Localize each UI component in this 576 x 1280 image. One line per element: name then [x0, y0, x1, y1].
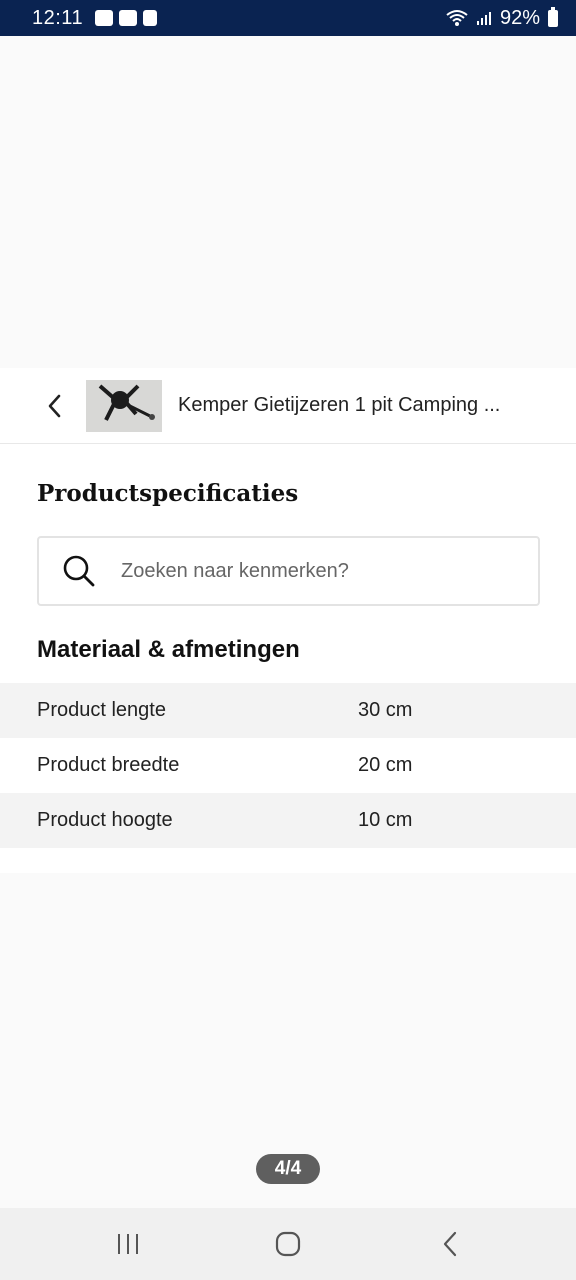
- product-title: Kemper Gietijzeren 1 pit Camping ...: [178, 394, 501, 416]
- spec-label: Product breedte: [37, 754, 180, 776]
- clock: 12:11: [32, 6, 84, 29]
- home-icon: [275, 1231, 301, 1257]
- status-bar: 12:11 92%: [0, 0, 576, 36]
- spec-search[interactable]: [37, 536, 540, 606]
- battery-percent: 92%: [499, 6, 540, 29]
- spec-sheet: Kemper Gietijzeren 1 pit Camping ... Pro…: [0, 368, 576, 873]
- back-icon: [443, 1231, 457, 1257]
- spec-label: Product hoogte: [37, 809, 173, 831]
- chevron-left-icon: [48, 394, 61, 417]
- dimmed-area: [0, 36, 576, 368]
- flipboard-icon: [143, 10, 158, 26]
- page-indicator: 4/4: [256, 1154, 320, 1184]
- system-indicators: 92%: [446, 6, 558, 30]
- spec-value: 10 cm: [358, 809, 413, 831]
- table-row: Product breedte 20 cm: [0, 738, 576, 793]
- signal-icon: [476, 12, 491, 25]
- spec-table: Product lengte 30 cm Product breedte 20 …: [0, 683, 576, 848]
- mail-icon: [119, 10, 138, 26]
- page-title: Productspecificaties: [37, 480, 299, 507]
- product-thumbnail: [86, 379, 162, 432]
- wifi-icon: [446, 10, 468, 26]
- home-button[interactable]: [268, 1230, 308, 1258]
- table-row: Product lengte 30 cm: [0, 683, 576, 738]
- search-icon: [59, 551, 99, 591]
- product-header: Kemper Gietijzeren 1 pit Camping ...: [0, 368, 576, 444]
- spec-value: 20 cm: [358, 754, 413, 776]
- battery-icon: [548, 6, 558, 27]
- recent-apps-button[interactable]: [108, 1230, 148, 1258]
- table-row: Product hoogte 10 cm: [0, 793, 576, 848]
- recent-apps-icon: [118, 1234, 138, 1254]
- spec-group-title: Materiaal & afmetingen: [37, 636, 300, 663]
- system-nav-bar: [0, 1208, 576, 1280]
- back-button[interactable]: [28, 380, 80, 432]
- search-input[interactable]: [121, 559, 501, 583]
- gallery-icon: [95, 10, 114, 26]
- stove-image: [86, 379, 162, 432]
- spec-value: 30 cm: [358, 699, 413, 721]
- system-back-button[interactable]: [430, 1230, 470, 1258]
- spec-label: Product lengte: [37, 699, 166, 721]
- notification-icons: [95, 10, 158, 26]
